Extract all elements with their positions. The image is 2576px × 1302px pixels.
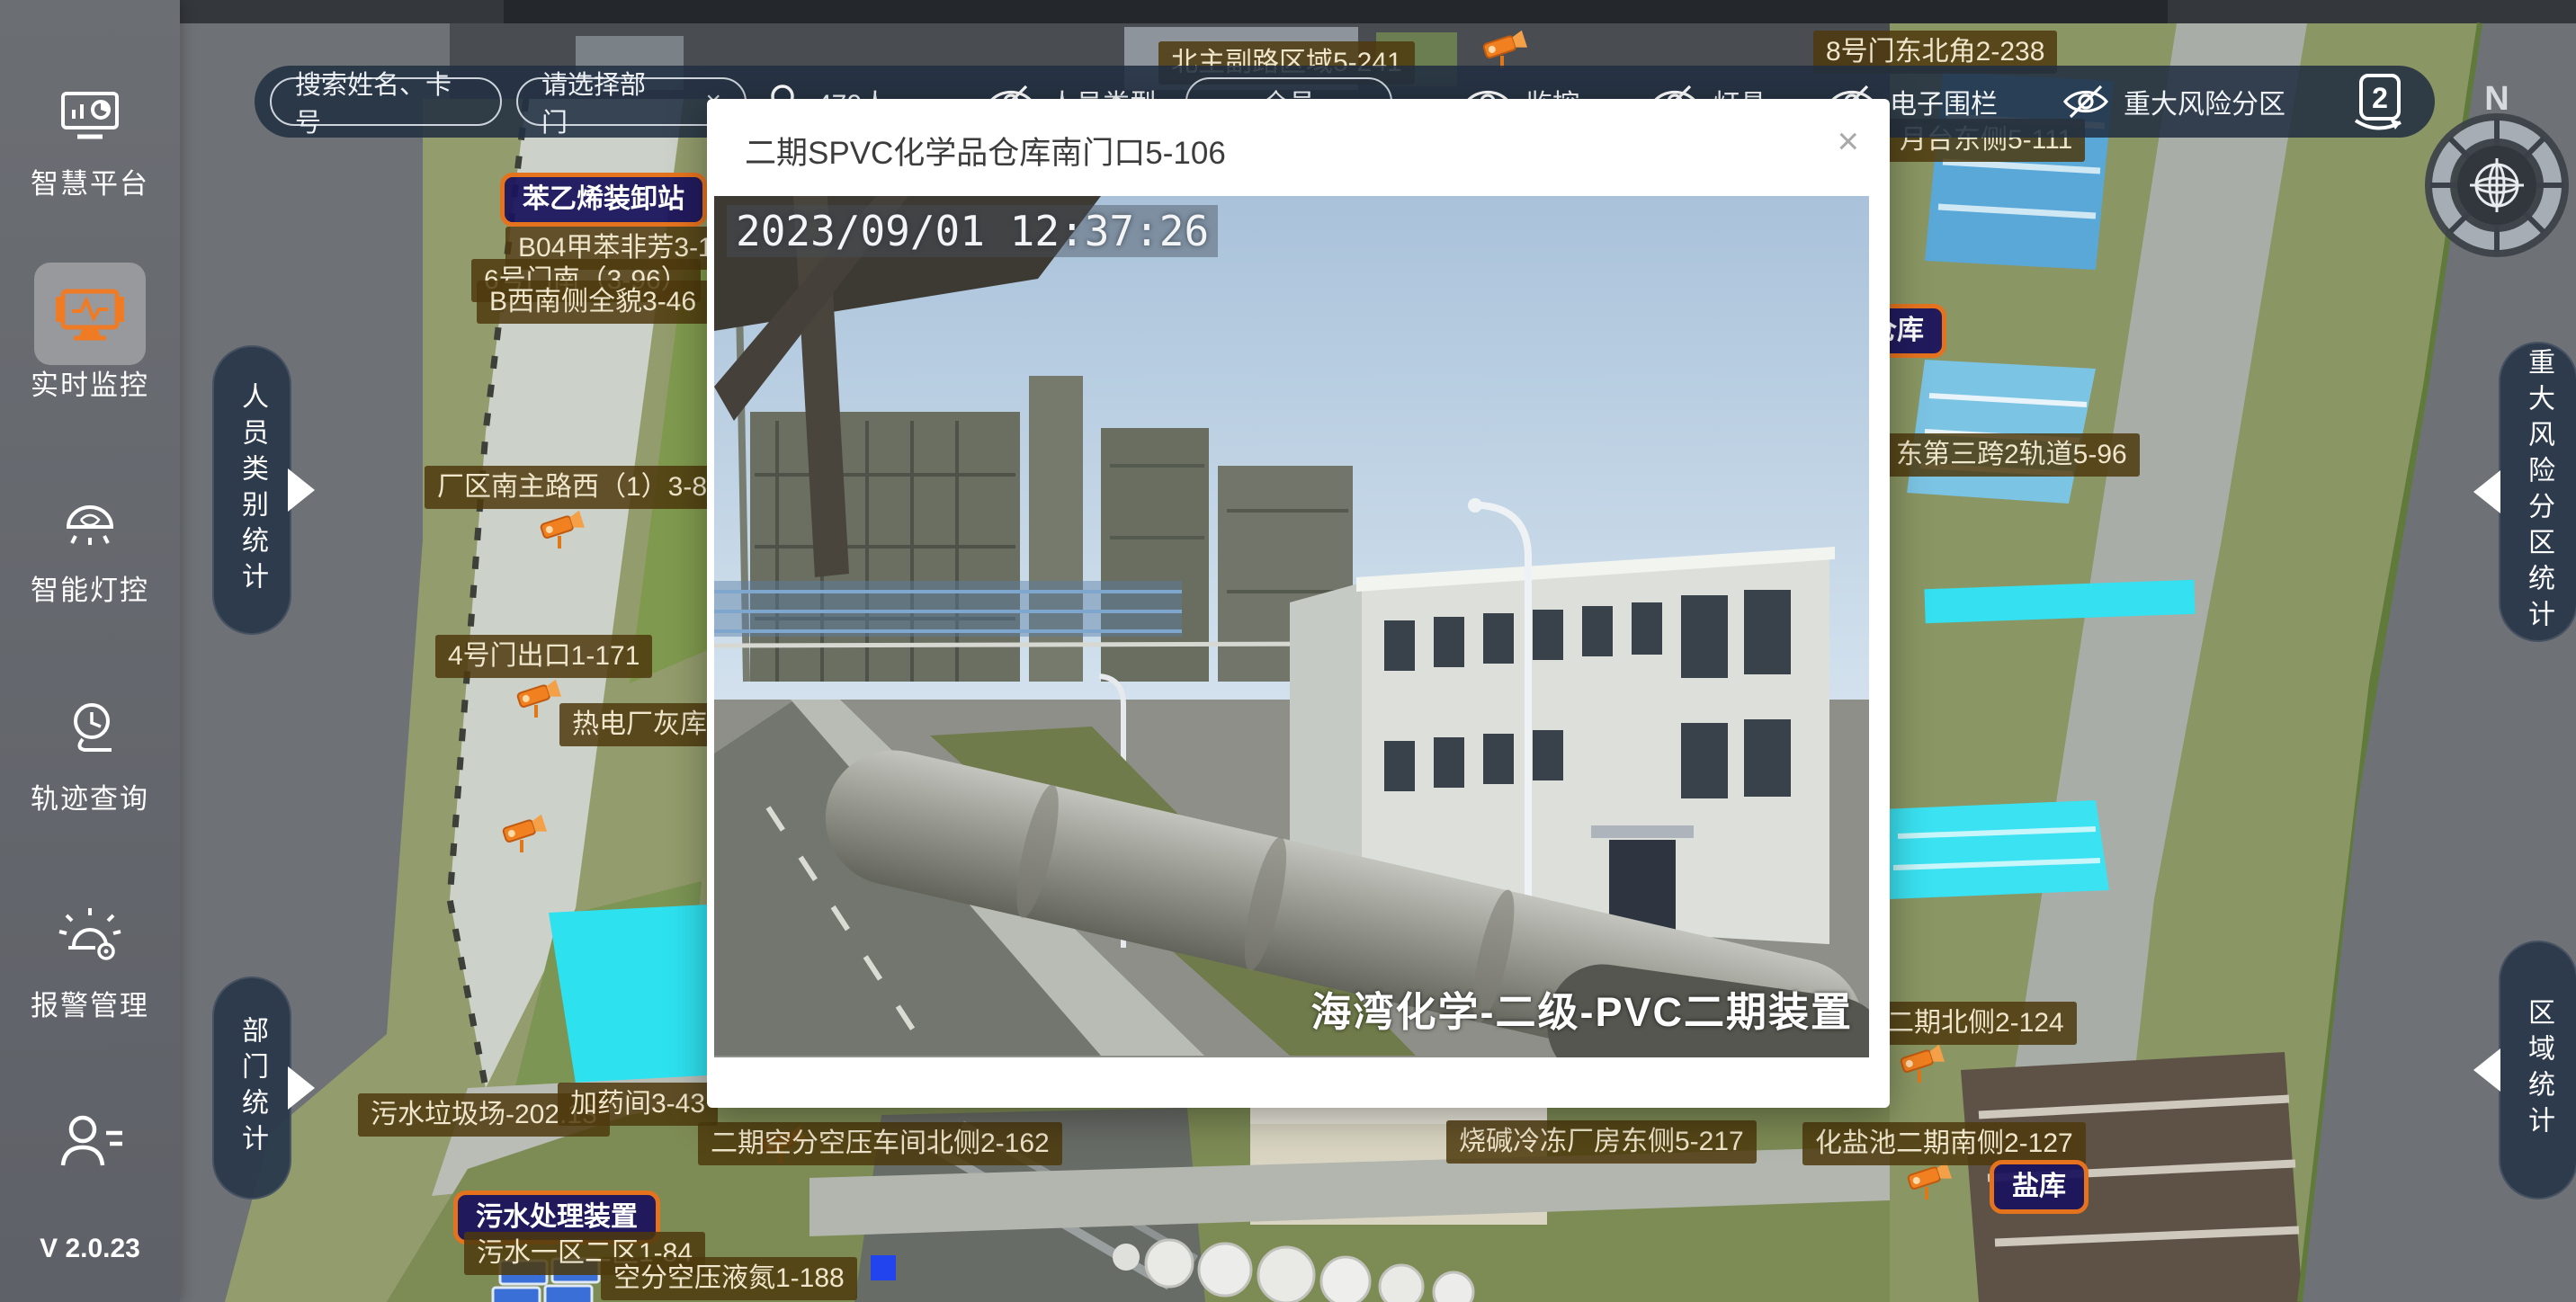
toggle-label: 电子围栏 <box>1890 82 1998 121</box>
search-placeholder: 搜索姓名、卡号 <box>295 64 477 139</box>
map-label[interactable]: 东第三跨2轨道5-96 <box>1883 433 2140 477</box>
tab-部门统计[interactable]: 部门统计 <box>212 976 291 1199</box>
camera-dialog: 二期SPVC化学品仓库南门口5-106 × <box>707 99 1890 1108</box>
tab-label: 人员类别统计 <box>238 382 265 598</box>
sidebar-item-4[interactable]: 轨迹查询 <box>0 700 180 816</box>
sidebar-item-5[interactable]: 报警管理 <box>0 906 180 1023</box>
tab-重大风险分区统计[interactable]: 重大风险分区统计 <box>2499 342 2576 642</box>
map-label[interactable]: 二期北侧2-124 <box>1874 1002 2077 1045</box>
map-label[interactable]: 空分空压液氮1-188 <box>601 1257 857 1300</box>
sidebar-item-label: 实时监控 <box>0 362 180 403</box>
cctv-frame: 2023/09/01 12:37:26 海湾化学-二级-PVC二期装置 <box>714 196 1869 1057</box>
map-label[interactable]: 二期空分空压车间北侧2-162 <box>698 1122 1062 1165</box>
camera-dialog-title: 二期SPVC化学品仓库南门口5-106 <box>745 128 1226 174</box>
view-switch-2d[interactable]: 2 <box>2350 66 2410 138</box>
sidebar-item-label: 报警管理 <box>0 983 180 1023</box>
tab-collapse-arrow-icon[interactable] <box>2473 470 2500 513</box>
alarm-manage-icon <box>56 906 124 970</box>
cctv-still-image <box>714 196 1869 1057</box>
sidebar-item-label: 轨迹查询 <box>0 776 180 816</box>
user-list-icon <box>54 1113 126 1173</box>
map-marker[interactable]: 盐库 <box>1990 1160 2089 1214</box>
map-label[interactable]: 厂区南主路西（1）3-85 <box>425 466 735 509</box>
app-version: V 2.0.23 <box>0 1234 180 1264</box>
view-switch-badge: 2 <box>2372 82 2388 114</box>
tab-人员类别统计[interactable]: 人员类别统计 <box>212 345 291 635</box>
sidebar-item-label: 智慧平台 <box>0 161 180 201</box>
eye-off-icon <box>2062 85 2109 119</box>
compass-north-label: N <box>2484 80 2509 118</box>
track-query-icon <box>56 700 124 763</box>
map-label[interactable]: 化盐池二期南侧2-127 <box>1802 1122 2086 1165</box>
sidebar-item-1[interactable]: 智慧平台 <box>0 88 180 201</box>
map-label[interactable]: B西南侧全貌3-46 <box>477 281 709 324</box>
map-label[interactable]: 4号门出口1-171 <box>435 635 652 678</box>
smart-plant-3d-view: 北主副路区域5-2418号门东北角2-238月台东侧5-111苯乙烯装卸站B04… <box>0 0 2576 1302</box>
smart-lamp-icon <box>56 493 124 555</box>
platform-monitor-icon <box>56 88 124 148</box>
tab-collapse-arrow-icon[interactable] <box>288 1066 315 1110</box>
cctv-watermark: 海湾化学-二级-PVC二期装置 <box>1311 979 1854 1038</box>
close-icon[interactable]: × <box>1837 122 1859 160</box>
department-placeholder: 请选择部门 <box>541 64 664 139</box>
map-label[interactable]: 烧碱冷冻厂房东侧5-217 <box>1446 1120 1757 1164</box>
tab-label: 部门统计 <box>238 1016 265 1160</box>
map-label[interactable]: 加药间3-43 <box>558 1083 718 1126</box>
camera-icon[interactable] <box>502 815 549 859</box>
toggle-重大风险分区[interactable]: 重大风险分区 <box>2062 66 2285 138</box>
tab-label: 重大风险分区统计 <box>2525 348 2552 636</box>
camera-icon[interactable] <box>540 511 586 555</box>
camera-icon[interactable] <box>1907 1162 1954 1206</box>
sidebar-item-user[interactable] <box>0 1113 180 1173</box>
camera-icon[interactable] <box>516 680 563 724</box>
map-label[interactable]: 热电厂灰库 <box>559 703 720 746</box>
map-marker[interactable]: 苯乙烯装卸站 <box>500 173 707 227</box>
search-input[interactable]: 搜索姓名、卡号 <box>270 77 502 126</box>
compass[interactable]: N <box>2418 77 2576 267</box>
camera-icon[interactable] <box>1900 1045 1946 1089</box>
tab-collapse-arrow-icon[interactable] <box>2473 1048 2500 1092</box>
sidebar-item-3[interactable]: 智能灯控 <box>0 493 180 608</box>
tab-collapse-arrow-icon[interactable] <box>288 468 315 512</box>
sidebar-item-label: 智能灯控 <box>0 567 180 608</box>
tab-区域统计[interactable]: 区域统计 <box>2499 941 2576 1199</box>
main-sidebar: 智慧平台实时监控智能灯控轨迹查询报警管理 V 2.0.23 <box>0 0 180 1302</box>
sidebar-item-2[interactable]: 实时监控 <box>0 286 180 403</box>
tab-label: 区域统计 <box>2525 998 2552 1142</box>
toggle-label: 重大风险分区 <box>2124 82 2285 121</box>
realtime-monitor-icon <box>54 286 126 350</box>
cctv-timestamp: 2023/09/01 12:37:26 <box>727 205 1218 257</box>
